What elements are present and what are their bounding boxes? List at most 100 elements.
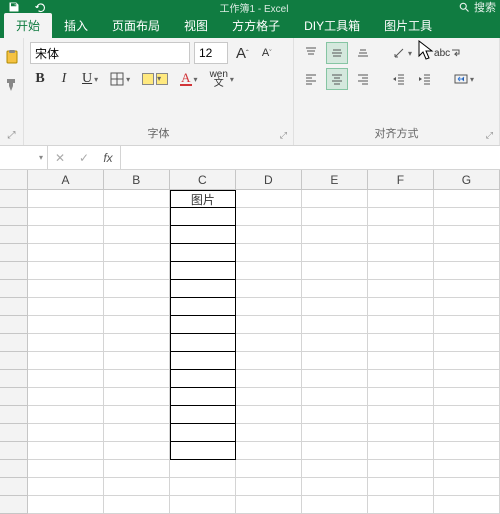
cell[interactable] — [368, 370, 434, 388]
cell[interactable] — [302, 208, 368, 226]
format-painter-icon[interactable] — [0, 74, 24, 96]
cell[interactable] — [434, 262, 500, 280]
cell[interactable] — [104, 460, 170, 478]
fill-color-button[interactable]: ▾ — [138, 68, 172, 90]
tab-page-layout[interactable]: 页面布局 — [100, 13, 172, 38]
cell[interactable] — [368, 460, 434, 478]
col-header-B[interactable]: B — [104, 170, 170, 189]
cell[interactable] — [104, 406, 170, 424]
align-middle-button[interactable] — [326, 42, 348, 64]
cell[interactable] — [236, 370, 302, 388]
cell[interactable] — [236, 388, 302, 406]
row-header[interactable] — [0, 298, 28, 316]
cell[interactable] — [302, 316, 368, 334]
tab-insert[interactable]: 插入 — [52, 13, 100, 38]
cell[interactable] — [28, 244, 103, 262]
clipboard-launcher-icon[interactable]: ⤢ — [8, 130, 16, 145]
cell[interactable] — [170, 244, 236, 262]
col-header-D[interactable]: D — [236, 170, 302, 189]
orientation-button[interactable]: ▾ — [388, 42, 416, 64]
alignment-launcher-icon[interactable]: ⤢ — [486, 130, 493, 141]
cell[interactable] — [170, 280, 236, 298]
col-header-A[interactable]: A — [28, 170, 103, 189]
cell[interactable] — [170, 442, 236, 460]
cell[interactable] — [28, 316, 103, 334]
cell[interactable] — [434, 496, 500, 514]
tab-fangfang[interactable]: 方方格子 — [220, 13, 292, 38]
row-header[interactable] — [0, 496, 28, 514]
cell[interactable] — [104, 298, 170, 316]
shrink-font-button[interactable]: Aˇ — [257, 42, 277, 64]
row-header[interactable] — [0, 370, 28, 388]
cell[interactable] — [28, 424, 103, 442]
row-header[interactable] — [0, 424, 28, 442]
cell[interactable] — [368, 280, 434, 298]
cancel-formula-button[interactable]: ✕ — [48, 147, 72, 169]
qat-undo-icon[interactable] — [30, 0, 50, 14]
enter-formula-button[interactable]: ✓ — [72, 147, 96, 169]
cell[interactable] — [28, 208, 103, 226]
cell[interactable] — [236, 460, 302, 478]
cell[interactable] — [368, 388, 434, 406]
cell[interactable] — [302, 190, 368, 208]
cell[interactable] — [28, 298, 103, 316]
cell[interactable] — [368, 226, 434, 244]
cell[interactable] — [104, 316, 170, 334]
cell[interactable] — [236, 190, 302, 208]
cell[interactable] — [104, 352, 170, 370]
cell[interactable] — [28, 460, 103, 478]
cell[interactable] — [104, 226, 170, 244]
cell[interactable] — [28, 388, 103, 406]
row-header[interactable] — [0, 190, 28, 208]
cell[interactable] — [170, 460, 236, 478]
align-right-button[interactable] — [352, 68, 374, 90]
cell[interactable] — [302, 298, 368, 316]
col-header-G[interactable]: G — [434, 170, 500, 189]
cell[interactable] — [104, 370, 170, 388]
row-header[interactable] — [0, 280, 28, 298]
cell[interactable] — [170, 352, 236, 370]
cell[interactable] — [434, 298, 500, 316]
cell[interactable] — [104, 280, 170, 298]
cell[interactable] — [368, 406, 434, 424]
row-header[interactable] — [0, 352, 28, 370]
cell[interactable] — [368, 298, 434, 316]
cell[interactable] — [170, 478, 236, 496]
cell[interactable] — [28, 496, 103, 514]
cell[interactable] — [302, 352, 368, 370]
cell[interactable] — [434, 388, 500, 406]
cell[interactable] — [28, 226, 103, 244]
cell[interactable] — [28, 370, 103, 388]
align-left-button[interactable] — [300, 68, 322, 90]
wrap-text-button[interactable]: abc — [430, 42, 465, 64]
cell[interactable] — [434, 442, 500, 460]
cell[interactable] — [434, 208, 500, 226]
search-box[interactable]: 搜索 — [458, 0, 496, 14]
cell[interactable] — [236, 352, 302, 370]
cell[interactable] — [236, 262, 302, 280]
cell[interactable] — [236, 298, 302, 316]
cell[interactable] — [170, 316, 236, 334]
row-header[interactable] — [0, 478, 28, 496]
phonetic-button[interactable]: wen文▾ — [206, 68, 238, 90]
worksheet[interactable]: A B C D E F G 图片 — [0, 170, 500, 514]
cell[interactable] — [104, 442, 170, 460]
cell[interactable] — [434, 190, 500, 208]
cell[interactable] — [434, 478, 500, 496]
cell[interactable] — [170, 496, 236, 514]
cell[interactable] — [302, 280, 368, 298]
cell[interactable] — [236, 208, 302, 226]
col-header-E[interactable]: E — [302, 170, 368, 189]
name-box[interactable]: ▾ — [0, 146, 48, 169]
cell[interactable] — [28, 334, 103, 352]
align-center-button[interactable] — [326, 68, 348, 90]
paste-icon[interactable] — [0, 46, 24, 68]
bold-button[interactable]: B — [30, 68, 50, 90]
row-header[interactable] — [0, 226, 28, 244]
cell[interactable] — [434, 316, 500, 334]
cell[interactable] — [434, 334, 500, 352]
cell[interactable] — [236, 406, 302, 424]
cell[interactable] — [28, 352, 103, 370]
cell[interactable] — [302, 244, 368, 262]
font-size-combo[interactable] — [194, 42, 228, 64]
